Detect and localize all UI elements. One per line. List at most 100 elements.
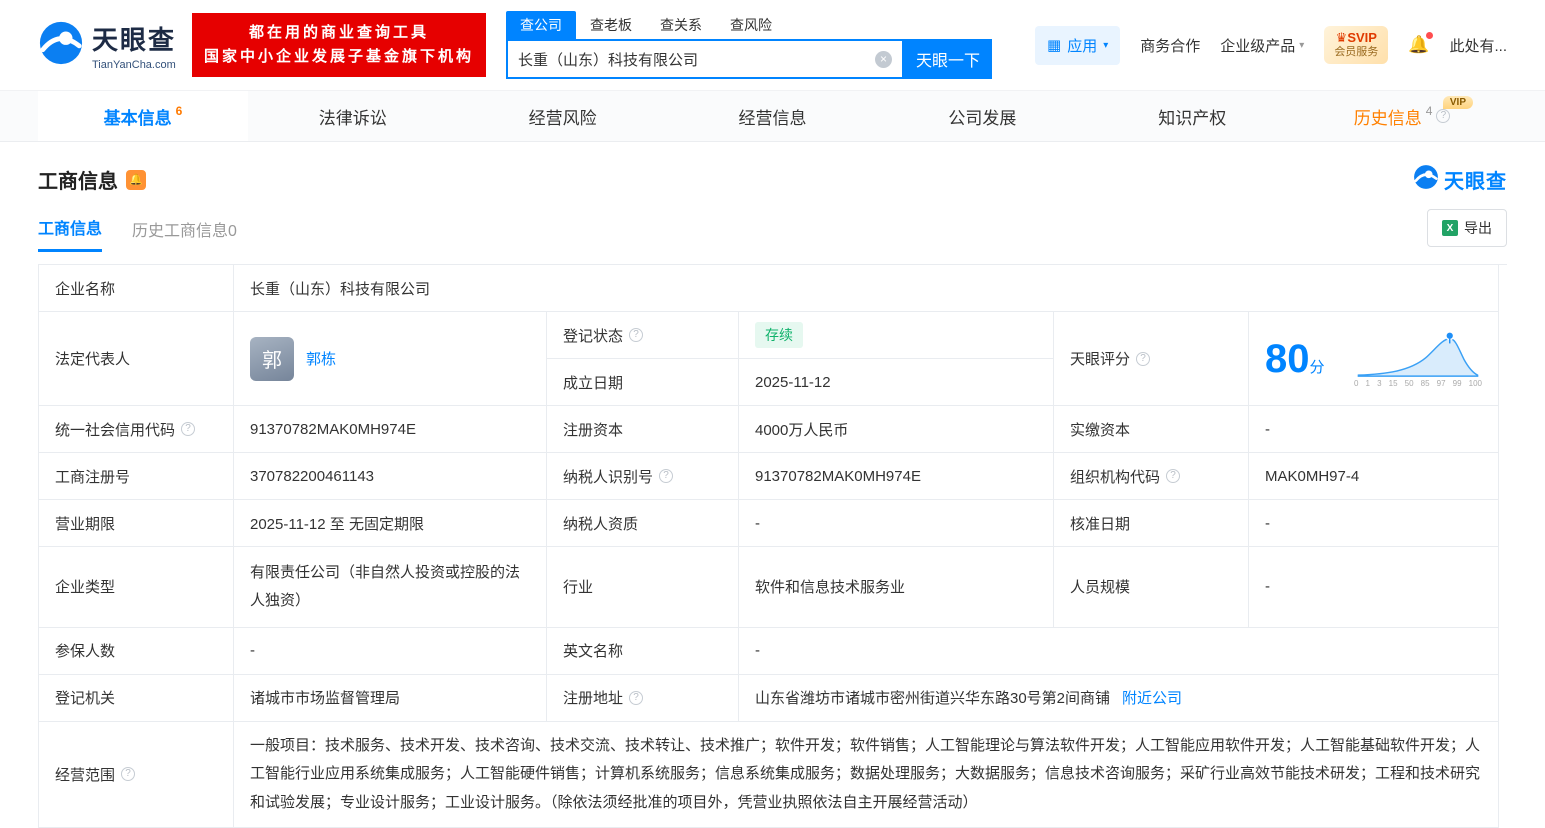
apps-button[interactable]: ▦ 应用 ▾: [1035, 26, 1120, 65]
search-tabs: 查公司 查老板 查关系 查风险: [506, 11, 992, 39]
tab-intellectual-property[interactable]: 知识产权: [1087, 91, 1297, 141]
logo-text: 天眼查 TianYanCha.com: [92, 20, 176, 71]
axis-tick: 97: [1437, 379, 1446, 388]
axis-tick: 15: [1389, 379, 1398, 388]
search-tab-relation[interactable]: 查关系: [646, 11, 716, 39]
business-cooperation-link[interactable]: 商务合作: [1140, 35, 1200, 56]
score-unit: 分: [1310, 359, 1325, 376]
taxpayer-id-label-text: 纳税人识别号: [563, 466, 653, 487]
reg-status-cell: 存续: [739, 312, 1054, 359]
tab-history-info-label: 历史信息: [1354, 104, 1422, 129]
legal-rep-avatar[interactable]: 郭: [250, 337, 294, 381]
tab-basic-info-count: 6: [176, 104, 183, 118]
main-content: 工商信息 🔔 天眼查 工商信息 历史工商信息0 X 导出 企业名称 长重（山东）…: [0, 164, 1545, 828]
axis-tick: 50: [1405, 379, 1414, 388]
taxpayer-quality-value: -: [739, 500, 1054, 547]
help-icon[interactable]: ?: [181, 422, 195, 436]
company-nav-tabs: 基本信息 6 法律诉讼 经营风险 经营信息 公司发展 知识产权 VIP 历史信息…: [0, 90, 1545, 142]
search-tab-company[interactable]: 查公司: [506, 11, 576, 39]
subscribe-bell-icon[interactable]: 🔔: [126, 170, 146, 190]
taxpayer-id-value: 91370782MAK0MH974E: [739, 453, 1054, 500]
search-button[interactable]: 天眼一下: [904, 39, 992, 79]
axis-tick: 100: [1469, 379, 1482, 388]
staff-size-label: 人员规模: [1054, 547, 1249, 628]
subtab-business-info[interactable]: 工商信息: [38, 215, 102, 252]
legal-rep-label: 法定代表人: [39, 312, 234, 406]
company-name-value: 长重（山东）科技有限公司: [234, 265, 1499, 312]
subtab-history-business-info[interactable]: 历史工商信息0: [132, 217, 237, 251]
reg-authority-value: 诸城市市场监督管理局: [234, 675, 547, 722]
svip-row: ♛SVIP: [1334, 30, 1378, 46]
score-value: 80: [1265, 337, 1310, 381]
status-badge: 存续: [755, 322, 803, 348]
axis-tick: 85: [1421, 379, 1430, 388]
reg-status-label: 登记状态 ?: [547, 312, 739, 359]
nearby-companies-link[interactable]: 附近公司: [1122, 687, 1182, 708]
help-icon[interactable]: ?: [1136, 352, 1150, 366]
tab-operating-info[interactable]: 经营信息: [668, 91, 878, 141]
user-menu-text[interactable]: 此处有...: [1449, 35, 1507, 56]
tianyancha-eye-icon: [1413, 164, 1439, 195]
credit-code-value: 91370782MAK0MH974E: [234, 406, 547, 453]
enterprise-products-link[interactable]: 企业级产品 ▾: [1220, 35, 1304, 56]
logo-name: 天眼查: [92, 20, 176, 57]
company-name-label: 企业名称: [39, 265, 234, 312]
search-tab-risk[interactable]: 查风险: [716, 11, 786, 39]
help-icon[interactable]: ?: [629, 691, 643, 705]
taxpayer-quality-label: 纳税人资质: [547, 500, 739, 547]
tab-history-info[interactable]: VIP 历史信息 4 ?: [1297, 91, 1507, 141]
credit-code-label: 统一社会信用代码 ?: [39, 406, 234, 453]
promo-line-1: 都在用的商业查询工具: [204, 21, 474, 45]
svip-label: SVIP: [1347, 30, 1377, 45]
clear-input-icon[interactable]: ×: [875, 51, 892, 68]
business-scope-label: 经营范围 ?: [39, 722, 234, 828]
org-code-label-text: 组织机构代码: [1070, 466, 1160, 487]
notification-bell-icon[interactable]: 🔔: [1408, 35, 1429, 55]
reg-number-value: 370782200461143: [234, 453, 547, 500]
establish-date-label: 成立日期: [547, 359, 739, 406]
tab-operating-risk-label: 经营风险: [529, 104, 597, 129]
watermark-logo-text: 天眼查: [1444, 165, 1507, 194]
staff-size-value: -: [1249, 547, 1499, 628]
search-input-value[interactable]: 长重（山东）科技有限公司: [518, 49, 875, 70]
english-name-label: 英文名称: [547, 628, 739, 675]
axis-tick: 3: [1377, 379, 1381, 388]
establish-date-value: 2025-11-12: [739, 359, 1054, 406]
export-button[interactable]: X 导出: [1427, 209, 1507, 247]
tianyancha-logo[interactable]: 天眼查 TianYanCha.com: [38, 20, 176, 71]
credit-code-label-text: 统一社会信用代码: [55, 419, 175, 440]
help-icon[interactable]: ?: [629, 328, 643, 342]
vip-badge: VIP: [1443, 96, 1473, 109]
help-icon[interactable]: ?: [121, 767, 135, 781]
help-icon[interactable]: ?: [659, 469, 673, 483]
crown-icon: ♛: [1336, 30, 1348, 45]
insured-count-value: -: [234, 628, 547, 675]
reg-address-label-text: 注册地址: [563, 687, 623, 708]
tab-company-development[interactable]: 公司发展: [877, 91, 1087, 141]
export-label: 导出: [1464, 218, 1492, 238]
section-title: 工商信息: [38, 165, 118, 194]
help-icon[interactable]: ?: [1166, 469, 1180, 483]
tab-operating-info-label: 经营信息: [739, 104, 807, 129]
tyc-score-cell: 80分 0 1 3 15 50 85 97 99 100: [1249, 312, 1499, 406]
org-code-label: 组织机构代码 ?: [1054, 453, 1249, 500]
logo-domain: TianYanCha.com: [92, 59, 176, 71]
search-input[interactable]: 长重（山东）科技有限公司 ×: [506, 39, 904, 79]
tab-history-info-count: 4: [1426, 104, 1433, 118]
tab-operating-risk[interactable]: 经营风险: [458, 91, 668, 141]
axis-tick: 99: [1453, 379, 1462, 388]
tab-basic-info[interactable]: 基本信息 6: [38, 91, 248, 141]
svip-sub-label: 会员服务: [1334, 46, 1378, 60]
tab-legal-proceedings-label: 法律诉讼: [319, 104, 387, 129]
tab-legal-proceedings[interactable]: 法律诉讼: [248, 91, 458, 141]
excel-icon: X: [1442, 220, 1458, 236]
search-tab-boss[interactable]: 查老板: [576, 11, 646, 39]
english-name-value: -: [739, 628, 1499, 675]
help-icon[interactable]: ?: [1436, 109, 1450, 123]
legal-rep-name-link[interactable]: 郭栋: [306, 348, 336, 369]
svip-membership-button[interactable]: ♛SVIP 会员服务: [1324, 26, 1388, 64]
apps-label: 应用: [1067, 35, 1097, 56]
chevron-down-icon: ▾: [1103, 40, 1108, 51]
reg-status-label-text: 登记状态: [563, 325, 623, 346]
enterprise-products-label: 企业级产品: [1220, 35, 1295, 56]
